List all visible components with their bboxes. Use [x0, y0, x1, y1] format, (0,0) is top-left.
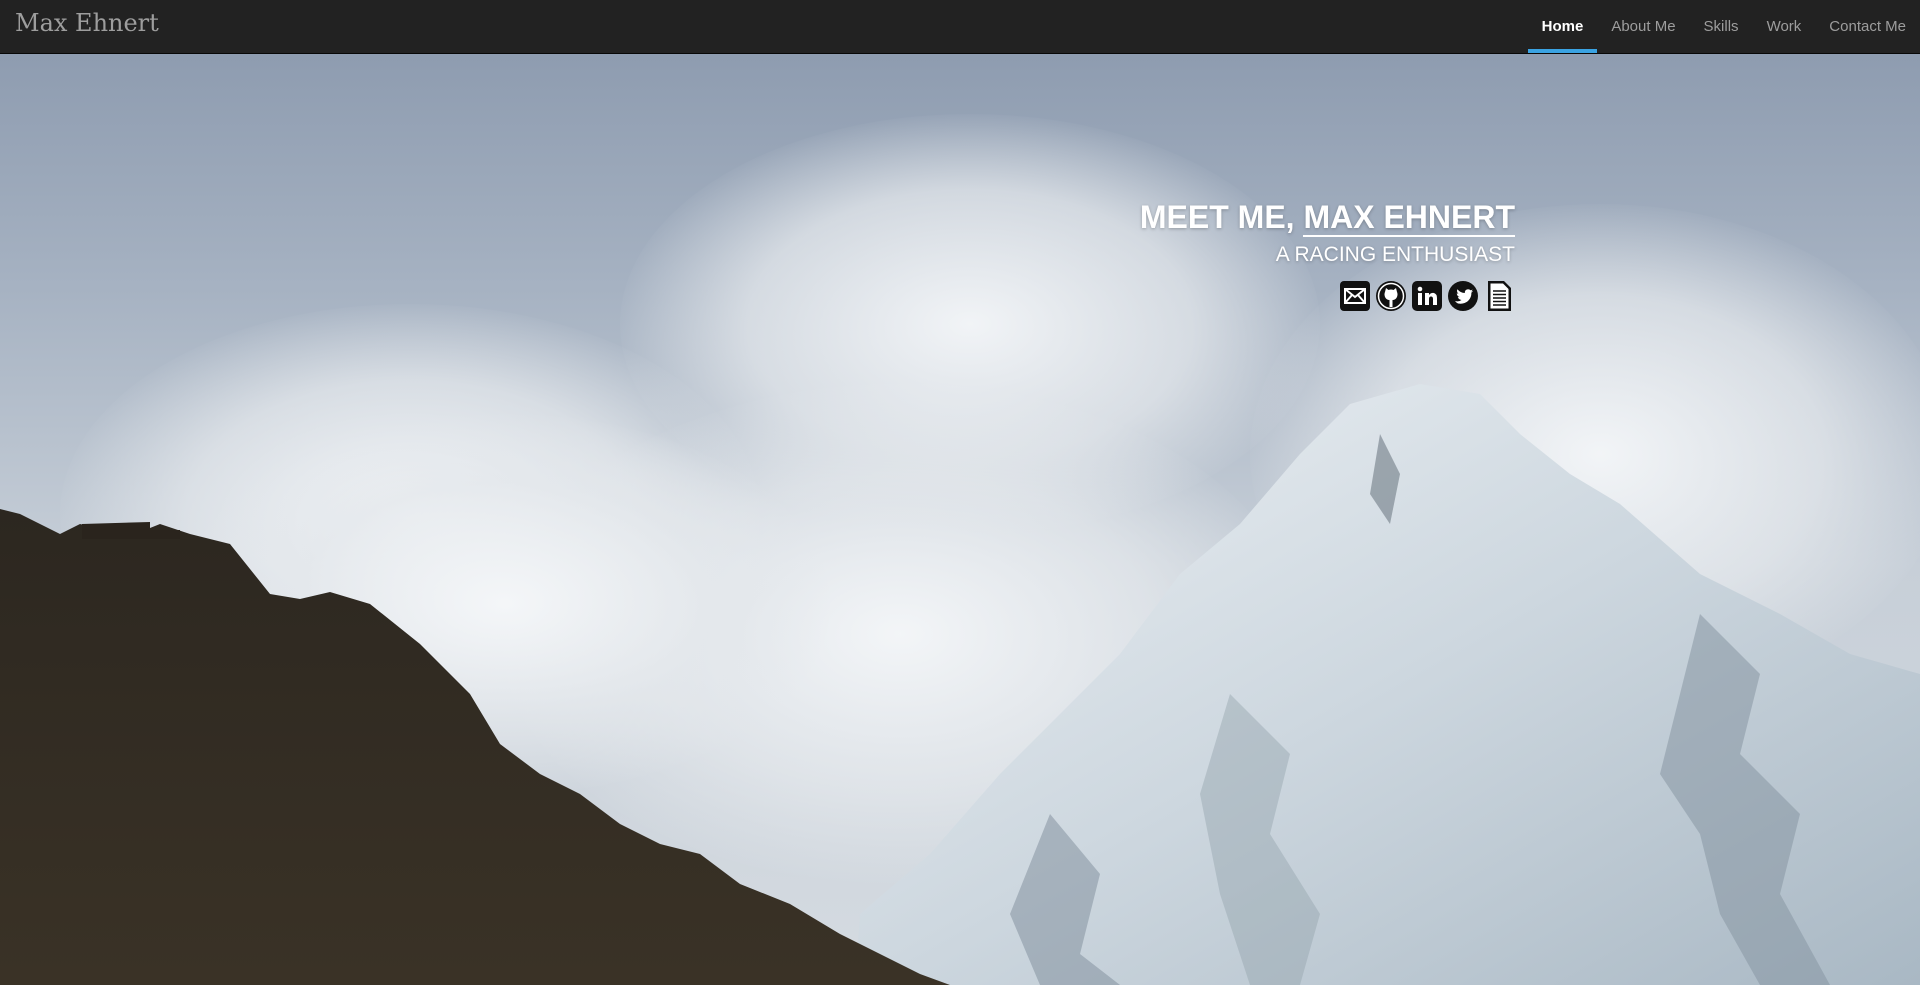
hero-title-name: MAX EHNERT — [1303, 199, 1515, 237]
nav-item-about-me[interactable]: About Me — [1597, 0, 1689, 53]
hero-section: MEET ME, MAX EHNERT A RACING ENTHUSIAST — [0, 54, 1920, 985]
twitter-icon[interactable] — [1447, 280, 1479, 312]
nav-item-work[interactable]: Work — [1753, 0, 1816, 53]
linkedin-icon[interactable] — [1411, 280, 1443, 312]
nav-item-contact-me[interactable]: Contact Me — [1815, 0, 1920, 53]
hill-ruin — [82, 522, 180, 539]
dark-hill — [0, 509, 950, 985]
top-navbar: Max Ehnert Home About Me Skills Work Con… — [0, 0, 1920, 54]
email-icon[interactable] — [1339, 280, 1371, 312]
nav-item-skills[interactable]: Skills — [1690, 0, 1753, 53]
github-icon[interactable] — [1375, 280, 1407, 312]
nav-item-home[interactable]: Home — [1527, 0, 1598, 53]
social-links — [1140, 280, 1515, 312]
hero-headline-block: MEET ME, MAX EHNERT A RACING ENTHUSIAST — [1140, 196, 1515, 312]
nav-menu: Home About Me Skills Work Contact Me — [1527, 0, 1920, 53]
hero-title-prefix: MEET ME, — [1139, 199, 1304, 235]
landscape-illustration — [0, 384, 1920, 985]
hero-title: MEET ME, MAX EHNERT — [1140, 196, 1515, 238]
hero-subtitle: A RACING ENTHUSIAST — [1275, 243, 1515, 266]
resume-icon[interactable] — [1483, 280, 1515, 312]
brand-link[interactable]: Max Ehnert — [15, 9, 159, 37]
